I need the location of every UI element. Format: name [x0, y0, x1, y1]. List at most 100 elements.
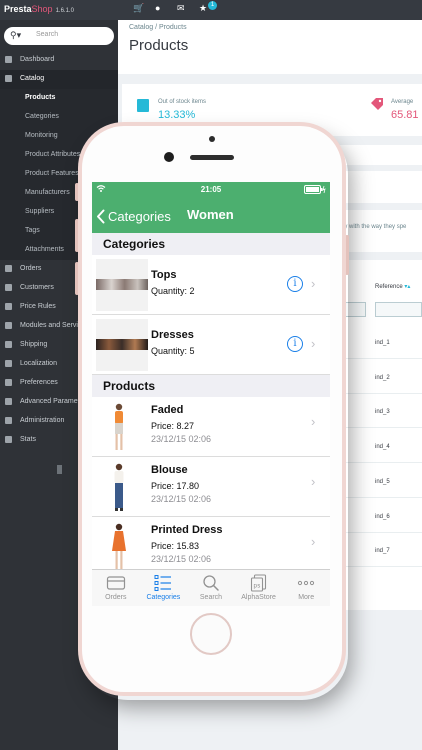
envelope-icon[interactable]: ✉ [177, 3, 185, 14]
user-icon[interactable]: ● [155, 3, 160, 13]
info-icon[interactable]: i [287, 336, 303, 352]
logo-text-shop: Shop [31, 4, 53, 14]
book-icon [5, 75, 12, 82]
sidebar-sub-products[interactable]: Products [0, 89, 118, 108]
kpi-out-of-stock-label: Out of stock items [158, 99, 207, 105]
tab-search[interactable]: Search [187, 570, 235, 606]
products-section-header: Products [92, 375, 330, 397]
archive-icon [137, 99, 149, 112]
chevron-right-icon: › [311, 336, 316, 351]
reference-cell: ind_3 [375, 409, 390, 415]
product-price: Price: 15.83 [151, 541, 200, 551]
product-date: 23/12/15 02:06 [151, 494, 212, 504]
category-name: Tops [151, 269, 177, 281]
bar-chart-icon [5, 436, 12, 443]
prestashop-logo[interactable]: PrestaShop 1.6.1.0 [4, 4, 74, 14]
status-bar: 21:05 [92, 182, 330, 197]
tab-more[interactable]: More [282, 570, 330, 606]
category-thumbnail [96, 259, 148, 311]
truck-icon [5, 341, 12, 348]
category-content: Categories Tops Quantity: 2 i › Dresses … [92, 233, 330, 577]
category-row-tops[interactable]: Tops Quantity: 2 i › [92, 255, 330, 315]
version-label: 1.6.1.0 [55, 8, 74, 14]
chevron-right-icon: › [311, 474, 316, 489]
product-name: Printed Dress [151, 524, 223, 536]
reference-column-header[interactable]: Reference ▾▴ [375, 283, 410, 290]
phone-speaker [190, 155, 234, 160]
chevron-right-icon: › [311, 276, 316, 291]
sidebar-item-catalog[interactable]: Catalog [0, 70, 118, 89]
kpi-out-of-stock-value: 13.33% [158, 109, 196, 121]
wrench-icon [5, 379, 12, 386]
tab-alphastore[interactable]: ps AlphaStore [235, 570, 283, 606]
gear-icon [5, 417, 12, 424]
kpi-average-label: Average [391, 99, 414, 105]
product-date: 23/12/15 02:06 [151, 434, 212, 444]
trophy-icon[interactable]: ★ [199, 3, 207, 14]
reference-cell: ind_7 [375, 548, 390, 554]
product-price: Price: 17.80 [151, 481, 200, 491]
help-text: py with the way they spe [341, 224, 407, 230]
product-price: Price: 8.27 [151, 421, 195, 431]
globe-icon [5, 360, 12, 367]
users-icon [5, 284, 12, 291]
tab-bar: Orders Categories Search ps AlphaStore M… [92, 569, 330, 606]
search-placeholder: Search [36, 31, 59, 38]
product-name: Faded [151, 404, 184, 416]
category-quantity: Quantity: 2 [151, 286, 195, 296]
product-row-printed-dress[interactable]: Printed Dress Price: 15.83 23/12/15 02:0… [92, 517, 330, 577]
notification-badge: 1 [208, 1, 217, 10]
product-thumbnail [114, 463, 124, 511]
svg-text:ps: ps [253, 583, 260, 590]
breadcrumb: Catalog / Products [129, 24, 187, 31]
admin-top-bar: PrestaShop 1.6.1.0 🛒 ● ✉ ★ 1 [0, 0, 422, 20]
product-thumbnail [115, 403, 123, 450]
home-button[interactable] [190, 613, 232, 655]
phone-sensor [209, 136, 215, 142]
sort-caret-icon[interactable]: ▾▴ [404, 284, 410, 290]
app-screen: 21:05 Categories Women Categories Tops Q… [92, 182, 330, 606]
cogs-icon [5, 398, 12, 405]
page-header: Catalog / Products Products [118, 20, 422, 74]
category-name: Dresses [151, 329, 194, 341]
search-icon [203, 575, 219, 591]
puzzle-icon [5, 322, 12, 329]
reference-cell: ind_1 [375, 340, 390, 346]
dashboard-icon [5, 56, 12, 63]
cart-icon[interactable]: 🛒 [133, 3, 144, 14]
nav-title: Women [187, 207, 234, 222]
reference-cell: ind_4 [375, 444, 390, 450]
info-icon[interactable]: i [287, 276, 303, 292]
document-icon: ps [250, 574, 266, 592]
product-row-blouse[interactable]: Blouse Price: 17.80 23/12/15 02:06 › [92, 457, 330, 517]
categories-section-header: Categories [92, 233, 330, 255]
category-row-dresses[interactable]: Dresses Quantity: 5 i › [92, 315, 330, 375]
reference-cell: ind_2 [375, 375, 390, 381]
tab-orders[interactable]: Orders [92, 570, 140, 606]
credit-card-icon [5, 265, 12, 272]
category-thumbnail [96, 319, 148, 371]
logo-text: Presta [4, 4, 32, 14]
sidebar-collapse-handle-icon[interactable] [57, 465, 62, 474]
front-camera-icon [164, 152, 174, 162]
chevron-right-icon: › [311, 534, 316, 549]
list-icon [154, 575, 172, 591]
category-quantity: Quantity: 5 [151, 346, 195, 356]
search-icon: ⚲▾ [10, 30, 22, 40]
reference-filter-input[interactable] [375, 302, 422, 317]
sidebar-sub-categories[interactable]: Categories [0, 108, 118, 127]
back-button[interactable]: Categories [96, 206, 171, 226]
battery-icon [304, 185, 326, 194]
product-row-faded[interactable]: Faded Price: 8.27 23/12/15 02:06 › [92, 397, 330, 457]
sidebar-item-dashboard[interactable]: Dashboard [0, 51, 118, 70]
chevron-right-icon: › [311, 414, 316, 429]
chevron-left-icon [97, 209, 105, 223]
price-tag-icon [371, 98, 383, 110]
reference-cell: ind_5 [375, 479, 390, 485]
product-date: 23/12/15 02:06 [151, 554, 212, 564]
back-button-label: Categories [108, 208, 171, 224]
sidebar-search-input[interactable]: ⚲▾ Search [4, 27, 114, 45]
more-dots-icon [298, 580, 315, 586]
tab-categories[interactable]: Categories [140, 570, 188, 606]
status-time: 21:05 [200, 185, 222, 194]
